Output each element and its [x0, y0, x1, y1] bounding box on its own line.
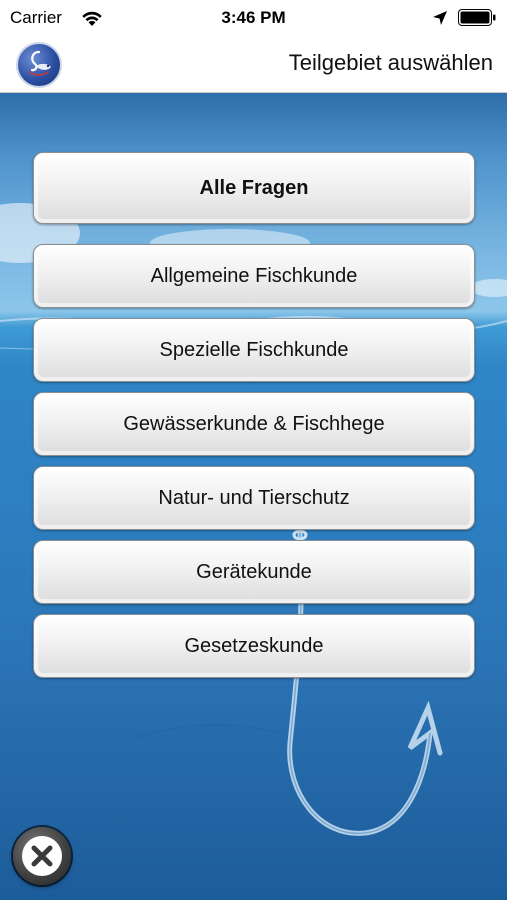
topic-button-gesetzeskunde[interactable]: Gesetzeskunde — [33, 614, 475, 678]
clock: 3:46 PM — [221, 8, 286, 27]
topic-button-natur-tierschutz[interactable]: Natur- und Tierschutz — [33, 466, 475, 530]
topic-label: Spezielle Fischkunde — [159, 339, 349, 361]
all-questions-button[interactable]: Alle Fragen — [33, 152, 475, 224]
topic-label: Natur- und Tierschutz — [158, 487, 350, 509]
topic-label: Allgemeine Fischkunde — [150, 265, 358, 287]
page-title: Teilgebiet auswählen — [288, 50, 493, 75]
topic-button-gewaesserkunde-fischhege[interactable]: Gewässerkunde & Fischhege — [33, 392, 475, 456]
content-area: Alle Fragen Allgemeine Fischkunde Spezie… — [0, 93, 507, 900]
close-icon — [22, 836, 62, 876]
all-questions-label: Alle Fragen — [199, 177, 309, 199]
app-logo-icon[interactable] — [16, 42, 62, 88]
location-arrow-icon — [433, 11, 447, 25]
battery-icon — [458, 9, 496, 26]
topic-label: Gerätekunde — [196, 561, 312, 583]
navigation-bar: Teilgebiet auswählen — [0, 36, 507, 93]
close-button[interactable] — [13, 827, 71, 885]
status-bar: Carrier 3:46 PM — [0, 0, 507, 36]
topic-button-spezielle-fischkunde[interactable]: Spezielle Fischkunde — [33, 318, 475, 382]
topic-button-geraetekunde[interactable]: Gerätekunde — [33, 540, 475, 604]
topic-label: Gesetzeskunde — [184, 635, 324, 657]
topic-label: Gewässerkunde & Fischhege — [123, 413, 385, 435]
topic-button-allgemeine-fischkunde[interactable]: Allgemeine Fischkunde — [33, 244, 475, 308]
